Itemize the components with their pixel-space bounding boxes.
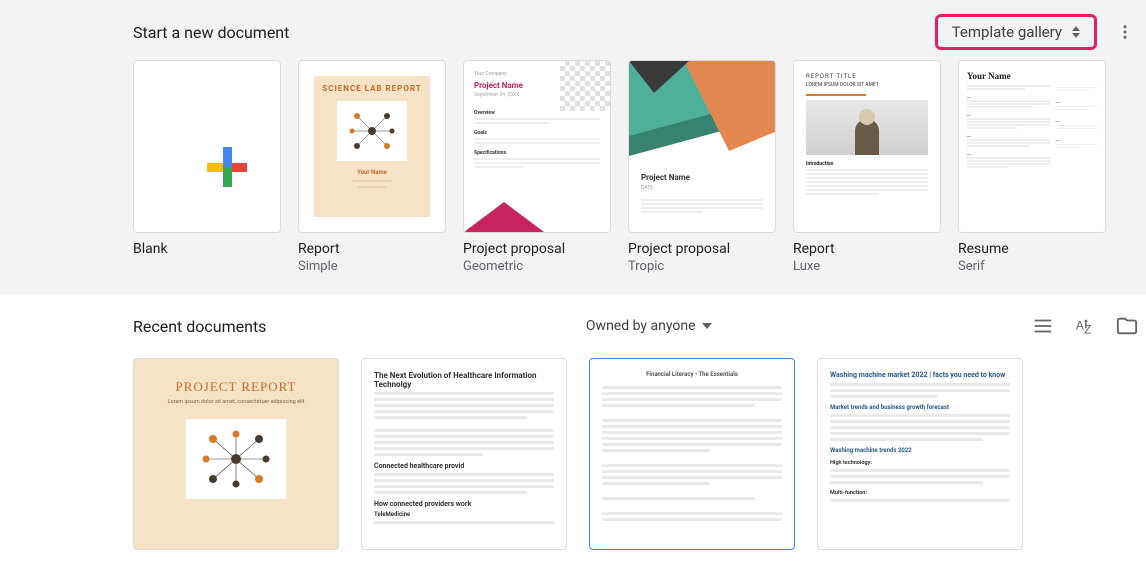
thumb-report-title: REPORT TITLE	[806, 73, 928, 80]
template-thumb: Your Company Project Name September 04, …	[463, 60, 611, 233]
molecule-icon	[191, 424, 281, 494]
template-row: Blank SCIENCE LAB REPORT	[133, 60, 1143, 274]
template-thumb	[133, 60, 281, 233]
folder-icon	[1116, 315, 1138, 337]
template-name: Project proposal	[463, 241, 611, 257]
doc-title: Financial Literacy • The Essentials	[602, 371, 782, 378]
doc-preview: The Next Evolution of Healthcare Informa…	[362, 359, 566, 549]
doc-heading: How connected providers work	[374, 500, 554, 508]
template-name: Blank	[133, 241, 281, 257]
thumb-lorem: LOREM IPSUM DOLOR SIT AMET	[806, 82, 928, 88]
svg-text:Z: Z	[1084, 322, 1091, 336]
list-icon	[1032, 315, 1054, 337]
more-options-button[interactable]	[1107, 14, 1143, 50]
template-gallery-label: Template gallery	[952, 23, 1062, 41]
doc-heading: Connected healthcare provid	[374, 462, 554, 470]
template-subtitle: Simple	[298, 259, 446, 274]
doc-title: The Next Evolution of Healthcare Informa…	[374, 371, 554, 389]
thumb-h2: Goals	[474, 130, 600, 136]
recent-section: Recent documents Owned by anyone AZ	[0, 294, 1146, 550]
template-subtitle: Serif	[958, 259, 1106, 274]
template-name: Report	[298, 241, 446, 257]
thumb-project: Project Name	[641, 173, 690, 182]
doc-heading: Market trends and business growth foreca…	[830, 404, 1010, 411]
recent-doc[interactable]: Washing machine market 2022 | facts you …	[817, 358, 1023, 550]
doc-preview: Financial Literacy • The Essentials	[590, 359, 794, 549]
owned-by-label: Owned by anyone	[586, 318, 696, 334]
triangle-shape	[464, 202, 544, 232]
template-thumb: Your Name — — — —	[958, 60, 1106, 233]
template-proposal-geometric[interactable]: Your Company Project Name September 04, …	[463, 60, 611, 274]
thumb-intro: Introduction	[806, 161, 928, 167]
recent-title: Recent documents	[133, 317, 266, 336]
open-picker-button[interactable]	[1115, 314, 1139, 338]
template-gallery-button[interactable]: Template gallery	[935, 14, 1097, 50]
dropdown-icon	[702, 323, 712, 329]
template-proposal-tropic[interactable]: Project Name DATE Project proposal Tropi…	[628, 60, 776, 274]
thumb-title: SCIENCE LAB REPORT	[322, 84, 421, 93]
doc-heading: High technology:	[830, 460, 1010, 466]
doc-preview: PROJECT REPORT Lorem ipsum dolor sit ame…	[134, 359, 338, 549]
template-name: Report	[793, 241, 941, 257]
template-report-simple[interactable]: SCIENCE LAB REPORT Your Name Report Si	[298, 60, 446, 274]
molecule-icon	[342, 106, 402, 156]
sort-button[interactable]: AZ	[1073, 314, 1097, 338]
recent-docs-row: PROJECT REPORT Lorem ipsum dolor sit ame…	[133, 358, 1143, 550]
recent-doc[interactable]: The Next Evolution of Healthcare Informa…	[361, 358, 567, 550]
template-header: Start a new document Template gallery	[133, 14, 1143, 50]
template-subtitle: Geometric	[463, 259, 611, 274]
thumb-name: Your Name	[357, 169, 387, 176]
doc-preview: Washing machine market 2022 | facts you …	[818, 359, 1022, 549]
template-thumb: SCIENCE LAB REPORT Your Name	[298, 60, 446, 233]
template-blank[interactable]: Blank	[133, 60, 281, 274]
sort-az-icon: AZ	[1074, 315, 1096, 337]
doc-title: PROJECT REPORT	[148, 379, 324, 395]
recent-header: Recent documents Owned by anyone AZ	[133, 312, 1143, 340]
doc-heading: Washing machine trends 2022	[830, 447, 1010, 454]
thumb-date: DATE	[641, 185, 653, 191]
owned-by-filter[interactable]: Owned by anyone	[576, 312, 722, 340]
template-thumb: REPORT TITLE LOREM IPSUM DOLOR SIT AMET …	[793, 60, 941, 233]
checker-pattern	[560, 61, 610, 111]
template-subtitle: Luxe	[793, 259, 941, 274]
start-new-doc-title: Start a new document	[133, 23, 289, 42]
doc-title: Washing machine market 2022 | facts you …	[830, 371, 1010, 379]
template-thumb: Project Name DATE	[628, 60, 776, 233]
recent-doc[interactable]: PROJECT REPORT Lorem ipsum dolor sit ame…	[133, 358, 339, 550]
thumb-hero-image	[806, 100, 928, 155]
template-name: Project proposal	[628, 241, 776, 257]
doc-heading: TeleMedicine	[374, 511, 554, 518]
doc-subtitle: Lorem ipsum dolor sit amet, consectetuer…	[148, 399, 324, 405]
geometric-shapes	[629, 61, 775, 166]
unfold-icon	[1072, 26, 1080, 38]
list-view-button[interactable]	[1031, 314, 1055, 338]
svg-text:A: A	[1076, 319, 1084, 333]
more-vert-icon	[1116, 23, 1134, 41]
template-resume-serif[interactable]: Your Name — — — —	[958, 60, 1106, 274]
template-section: Start a new document Template gallery	[0, 0, 1146, 294]
template-subtitle: Tropic	[628, 259, 776, 274]
template-name: Resume	[958, 241, 1106, 257]
template-report-luxe[interactable]: REPORT TITLE LOREM IPSUM DOLOR SIT AMET …	[793, 60, 941, 274]
doc-heading: Multi-function:	[830, 490, 1010, 496]
recent-doc-selected[interactable]: Financial Literacy • The Essentials	[589, 358, 795, 550]
thumb-name: Your Name	[967, 71, 1050, 81]
thumb-h3: Specifications	[474, 150, 600, 156]
